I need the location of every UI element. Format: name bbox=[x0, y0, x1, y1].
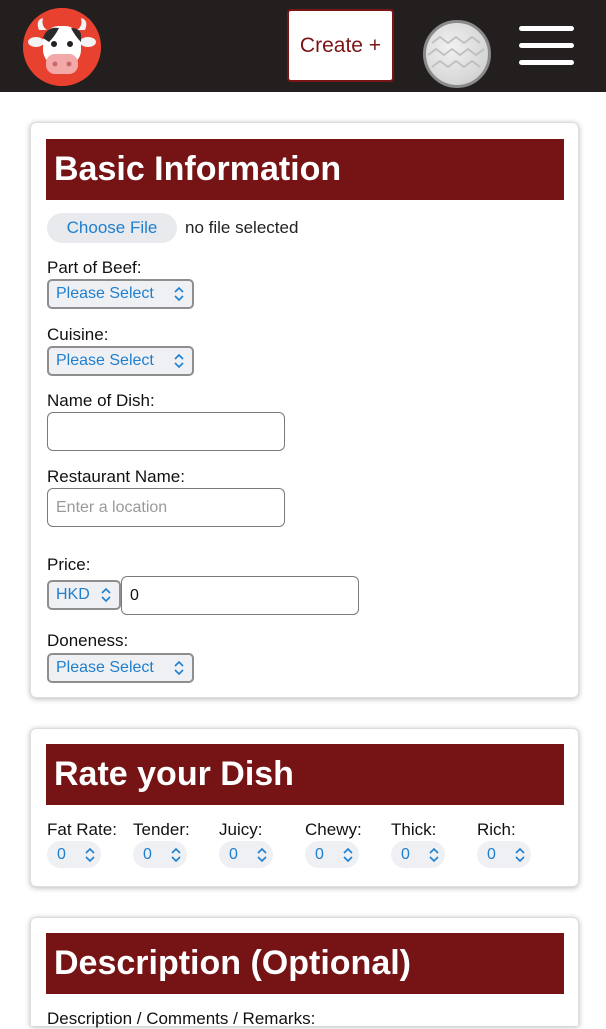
thick-select[interactable]: 0 bbox=[391, 841, 445, 868]
cuisine-label: Cuisine: bbox=[47, 325, 109, 344]
comments-label: Description / Comments / Remarks: bbox=[47, 1009, 316, 1028]
top-navigation-bar: Create + bbox=[0, 0, 606, 92]
currency-select[interactable]: HKD bbox=[47, 580, 121, 610]
basic-information-card: Basic Information Choose File no file se… bbox=[30, 122, 579, 698]
currency-value: HKD bbox=[56, 586, 90, 603]
fat-rate-value: 0 bbox=[57, 845, 66, 863]
juicy-select[interactable]: 0 bbox=[219, 841, 273, 868]
choose-file-button[interactable]: Choose File bbox=[47, 213, 177, 243]
chewy-label: Chewy: bbox=[305, 820, 362, 839]
cuisine-value: Please Select bbox=[56, 352, 154, 369]
cow-logo-icon[interactable] bbox=[23, 8, 101, 86]
tender-label: Tender: bbox=[133, 820, 190, 839]
select-chevron-icon bbox=[515, 847, 525, 863]
name-of-dish-input[interactable] bbox=[47, 412, 285, 451]
tender-value: 0 bbox=[143, 845, 152, 863]
description-heading: Description (Optional) bbox=[46, 933, 564, 994]
part-of-beef-label: Part of Beef: bbox=[47, 258, 142, 277]
doneness-select[interactable]: Please Select bbox=[47, 653, 194, 683]
restaurant-name-label: Restaurant Name: bbox=[47, 467, 185, 486]
price-label: Price: bbox=[47, 555, 91, 574]
chewy-value: 0 bbox=[315, 845, 324, 863]
doneness-value: Please Select bbox=[56, 659, 154, 676]
select-chevron-icon bbox=[85, 847, 95, 863]
select-chevron-icon bbox=[174, 286, 184, 302]
rate-your-dish-card: Rate your Dish Fat Rate: Tender: Juicy: … bbox=[30, 728, 579, 887]
price-input[interactable]: 0 bbox=[121, 576, 359, 615]
select-chevron-icon bbox=[343, 847, 353, 863]
chewy-select[interactable]: 0 bbox=[305, 841, 359, 868]
rate-your-dish-heading: Rate your Dish bbox=[46, 744, 564, 805]
tender-select[interactable]: 0 bbox=[133, 841, 187, 868]
select-chevron-icon bbox=[174, 660, 184, 676]
name-of-dish-label: Name of Dish: bbox=[47, 391, 155, 410]
select-chevron-icon bbox=[101, 587, 111, 603]
select-chevron-icon bbox=[257, 847, 267, 863]
rich-label: Rich: bbox=[477, 820, 516, 839]
hamburger-menu-icon[interactable] bbox=[519, 26, 574, 66]
thick-label: Thick: bbox=[391, 820, 437, 839]
part-of-beef-value: Please Select bbox=[56, 285, 154, 302]
create-button[interactable]: Create + bbox=[287, 9, 394, 82]
restaurant-name-input[interactable]: Enter a location bbox=[47, 488, 285, 527]
fat-rate-label: Fat Rate: bbox=[47, 820, 117, 839]
doneness-label: Doneness: bbox=[47, 631, 129, 650]
cuisine-select[interactable]: Please Select bbox=[47, 346, 194, 376]
fat-rate-select[interactable]: 0 bbox=[47, 841, 101, 868]
select-chevron-icon bbox=[171, 847, 181, 863]
user-avatar[interactable] bbox=[423, 20, 491, 88]
basic-information-heading: Basic Information bbox=[46, 139, 564, 200]
select-chevron-icon bbox=[174, 353, 184, 369]
juicy-label: Juicy: bbox=[219, 820, 263, 839]
rich-select[interactable]: 0 bbox=[477, 841, 531, 868]
rich-value: 0 bbox=[487, 845, 496, 863]
part-of-beef-select[interactable]: Please Select bbox=[47, 279, 194, 309]
thick-value: 0 bbox=[401, 845, 410, 863]
select-chevron-icon bbox=[429, 847, 439, 863]
description-card: Description (Optional) Description / Com… bbox=[30, 917, 579, 1028]
file-status-text: no file selected bbox=[185, 218, 299, 237]
restaurant-placeholder: Enter a location bbox=[56, 498, 168, 516]
juicy-value: 0 bbox=[229, 845, 238, 863]
